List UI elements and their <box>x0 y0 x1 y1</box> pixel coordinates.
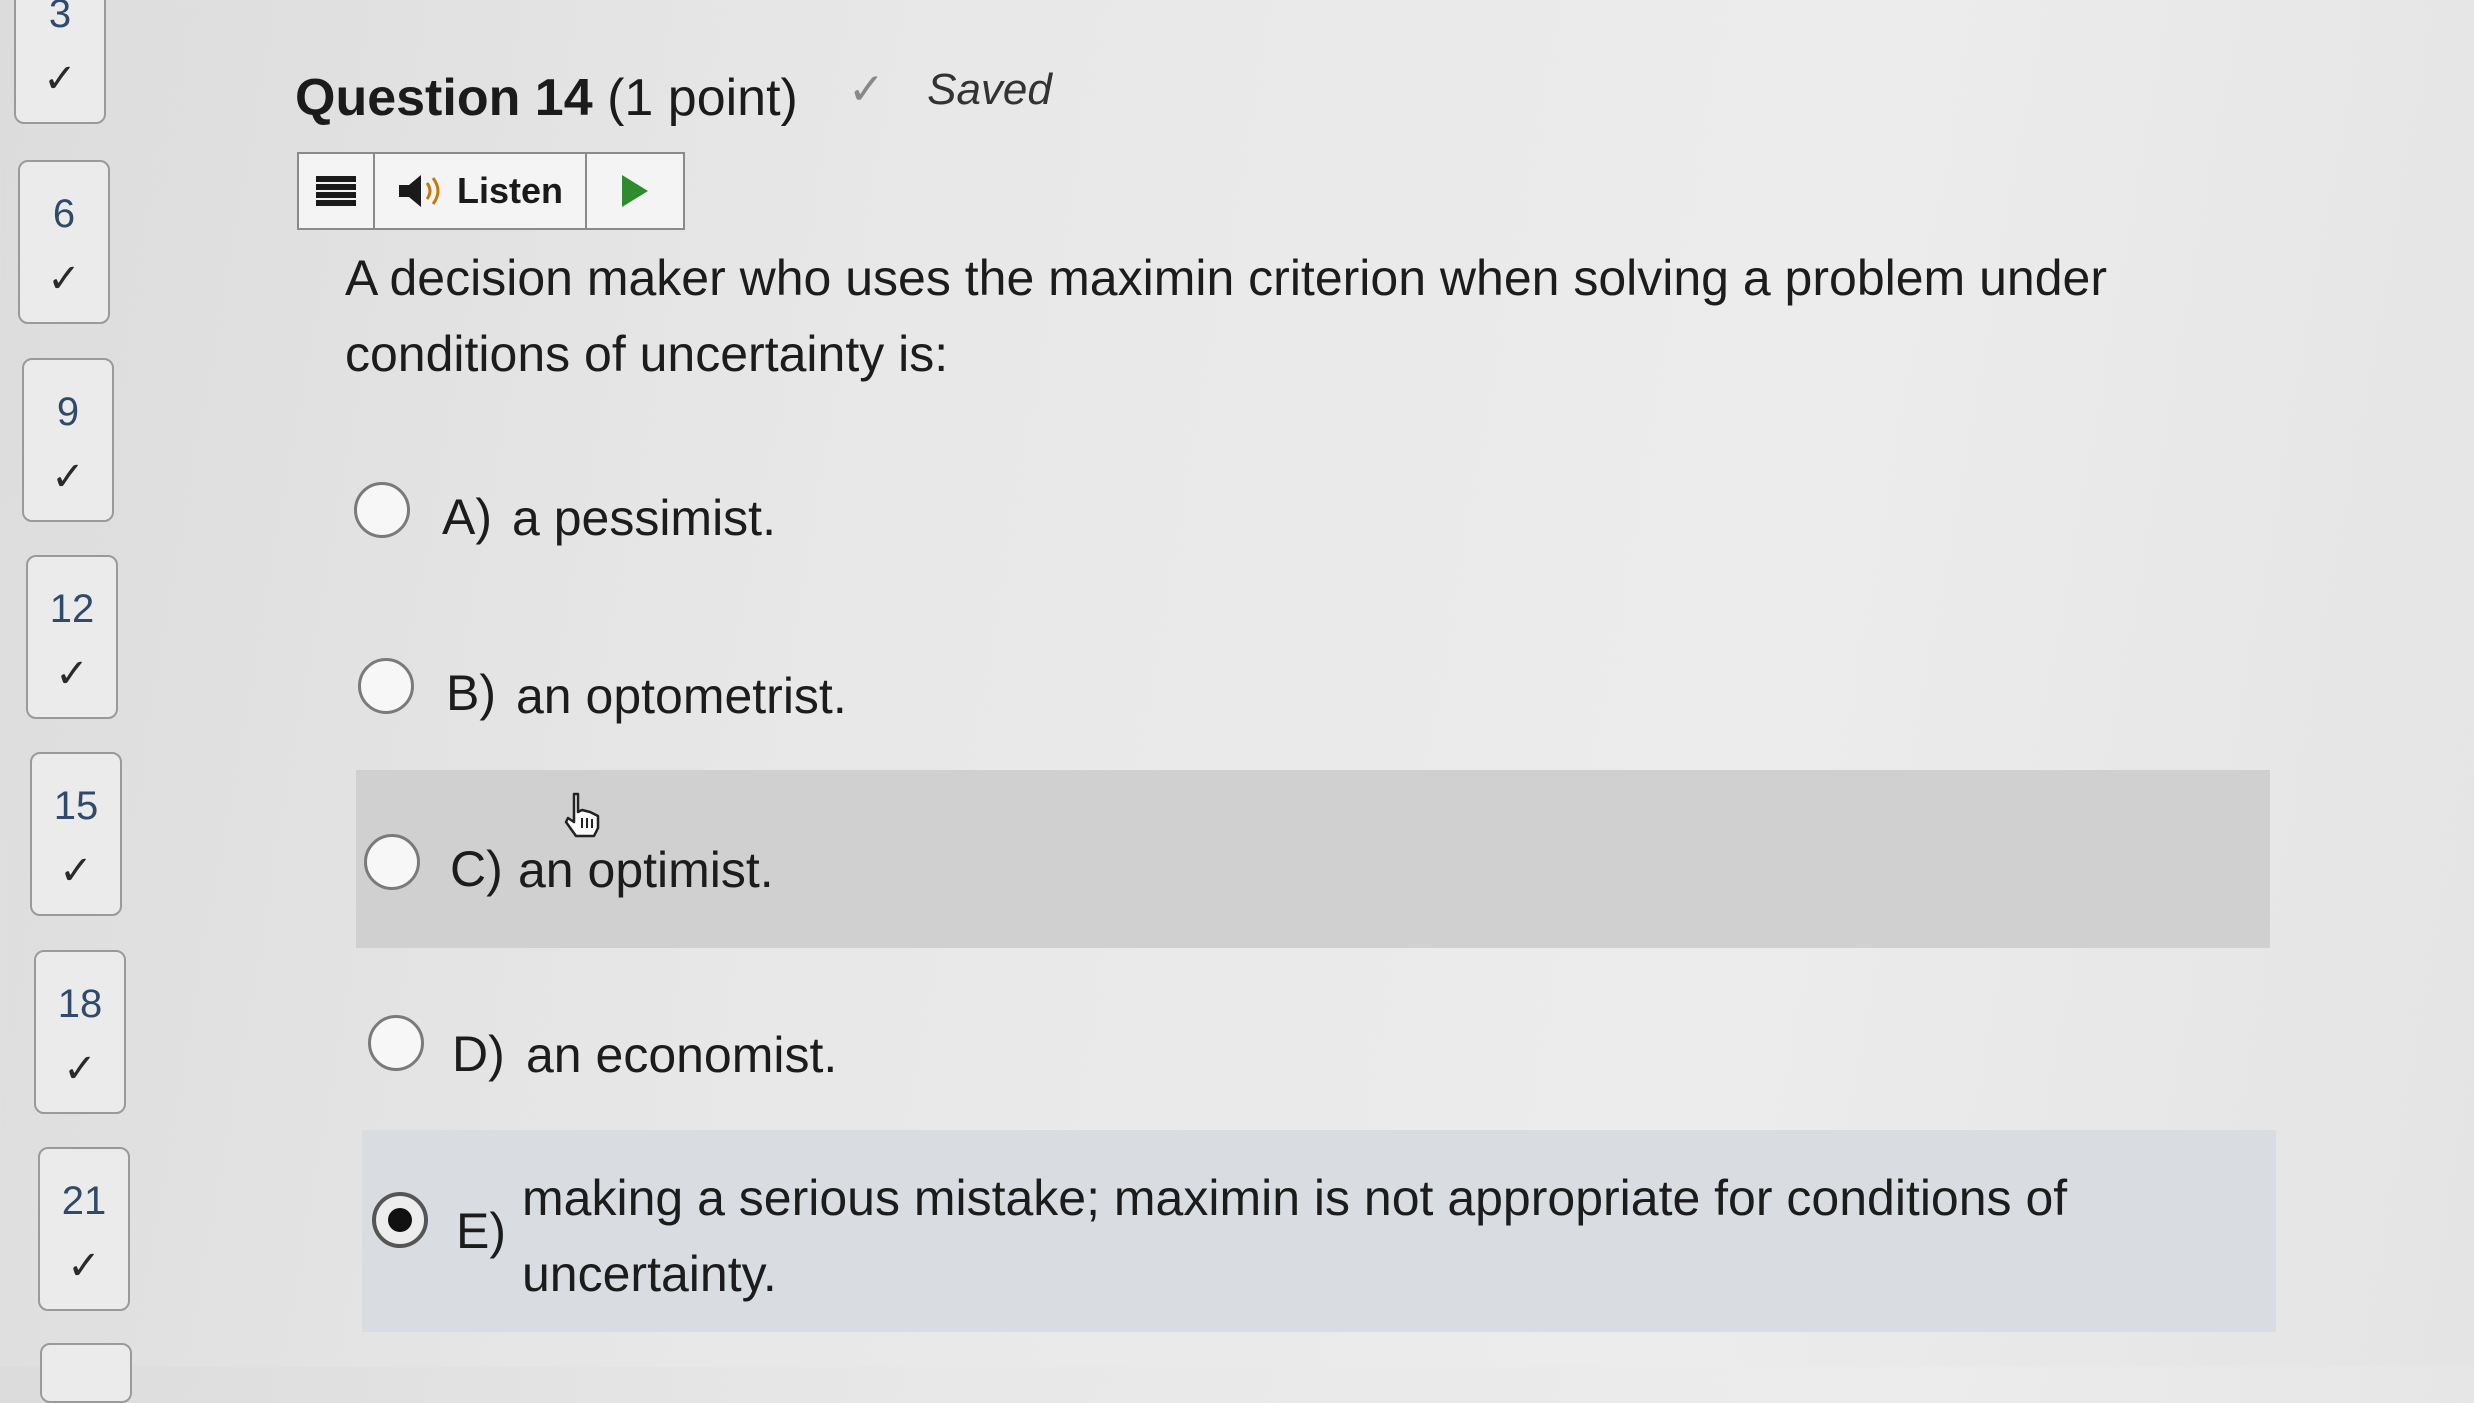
checkmark-icon: ✓ <box>848 64 885 115</box>
option-letter: B) <box>446 665 496 721</box>
nav-tile-partial[interactable] <box>40 1343 132 1403</box>
question-number: Question 14 <box>295 69 593 127</box>
option-e[interactable]: E) making a serious mistake; maximin is … <box>362 1130 2276 1332</box>
option-text-line-1: making a serious mistake; maximin is not… <box>522 1170 2068 1226</box>
question-line-1: A decision maker who uses the maximin cr… <box>345 250 2107 306</box>
listen-button[interactable]: Listen <box>375 154 587 228</box>
option-letter: E) <box>456 1203 506 1259</box>
nav-tile-12[interactable]: 12 ✓ <box>26 555 118 719</box>
check-icon: ✓ <box>43 56 77 102</box>
nav-tile-number: 15 <box>53 784 99 828</box>
nav-tile-3[interactable]: 3 ✓ <box>14 0 106 124</box>
nav-tile-18[interactable]: 18 ✓ <box>34 950 126 1114</box>
option-text: a pessimist. <box>512 490 776 546</box>
check-icon: ✓ <box>63 1046 97 1092</box>
option-letter: A) <box>442 489 492 545</box>
option-a[interactable]: A) a pessimist. <box>350 440 2270 610</box>
question-title: Question 14 (1 point) <box>295 68 798 128</box>
option-text: an optometrist. <box>516 668 847 724</box>
nav-tile-number: 12 <box>49 587 95 631</box>
option-b-radio[interactable] <box>358 658 414 714</box>
nav-tile-21[interactable]: 21 ✓ <box>38 1147 130 1311</box>
nav-tile-number: 21 <box>61 1179 107 1223</box>
nav-tile-number: 9 <box>56 390 80 434</box>
nav-tile-number: 6 <box>52 192 76 236</box>
option-d-radio[interactable] <box>368 1015 424 1071</box>
question-line-2: conditions of uncertainty is: <box>345 326 949 382</box>
play-button[interactable] <box>587 154 683 228</box>
nav-tile-number: 18 <box>57 982 103 1026</box>
question-points: (1 point) <box>607 69 798 127</box>
nav-tile-number: 3 <box>48 0 72 36</box>
nav-tile-15[interactable]: 15 ✓ <box>30 752 122 916</box>
saved-status: ✓ Saved <box>848 64 1052 115</box>
check-icon: ✓ <box>55 651 89 697</box>
option-text-line-2: uncertainty. <box>522 1246 777 1302</box>
check-icon: ✓ <box>47 256 81 302</box>
option-c[interactable]: C) an optimist. <box>356 770 2270 948</box>
option-letter: D) <box>452 1026 505 1082</box>
check-icon: ✓ <box>59 848 93 894</box>
option-text: an optimist. <box>518 842 774 898</box>
listen-menu-button[interactable] <box>299 154 375 228</box>
check-icon: ✓ <box>51 454 85 500</box>
option-a-radio[interactable] <box>354 482 410 538</box>
option-text: an economist. <box>526 1027 838 1083</box>
play-icon <box>622 175 648 207</box>
option-text: making a serious mistake; maximin is not… <box>522 1160 2262 1312</box>
speaker-icon <box>399 175 440 207</box>
option-letter: C) <box>450 841 503 897</box>
nav-tile-9[interactable]: 9 ✓ <box>22 358 114 522</box>
nav-tile-6[interactable]: 6 ✓ <box>18 160 110 324</box>
option-b[interactable]: B) an optometrist. <box>350 618 2270 788</box>
check-icon: ✓ <box>67 1243 101 1289</box>
question-text: A decision maker who uses the maximin cr… <box>345 240 2145 392</box>
hamburger-icon <box>316 176 356 206</box>
hand-cursor-icon <box>564 792 600 838</box>
option-c-radio[interactable] <box>364 834 420 890</box>
listen-label: Listen <box>457 170 564 211</box>
option-e-radio[interactable] <box>372 1192 428 1248</box>
listen-toolbar: Listen <box>297 152 685 230</box>
saved-label: Saved <box>927 65 1052 114</box>
